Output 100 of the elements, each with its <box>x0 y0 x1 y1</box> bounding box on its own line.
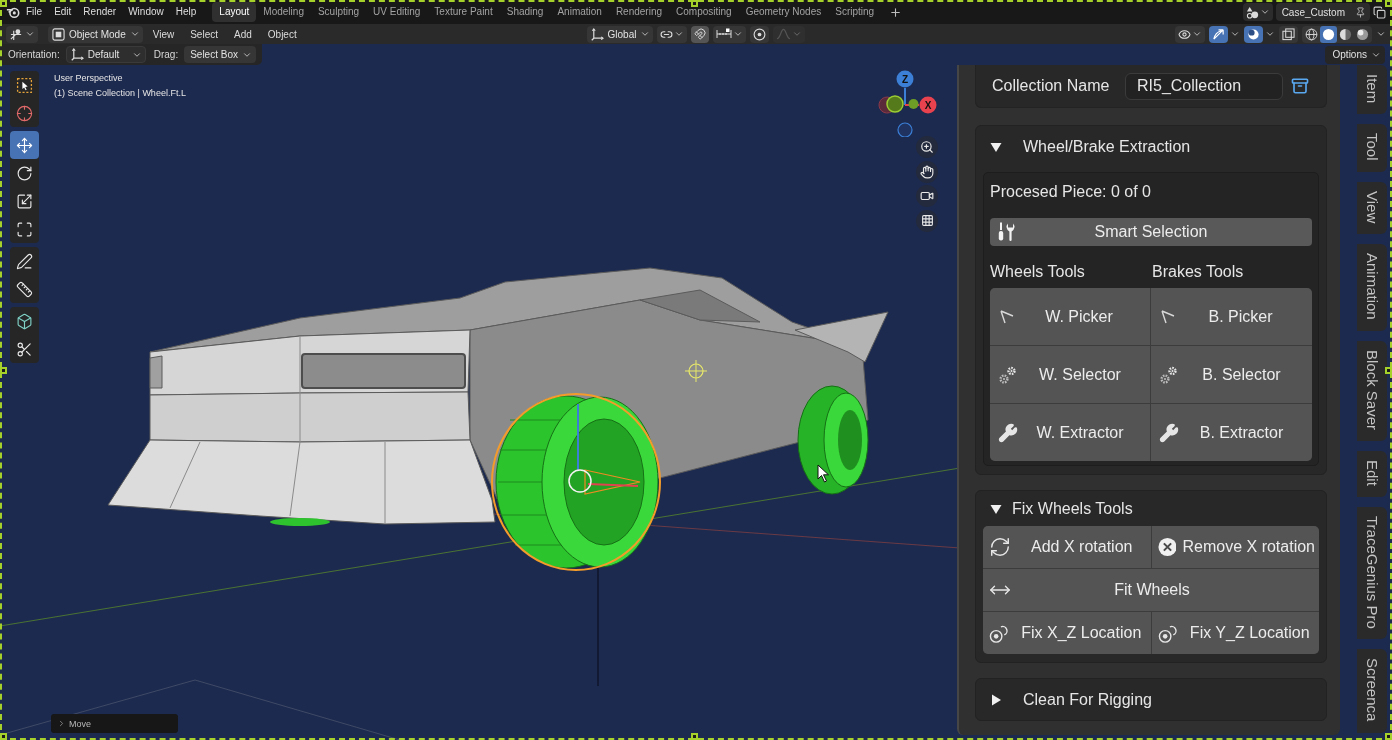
menu-item[interactable]: Render <box>77 2 123 22</box>
gears-icon <box>1159 364 1179 385</box>
resize-handle[interactable] <box>0 733 7 740</box>
orientation-dropdown[interactable]: Global <box>586 25 654 43</box>
viewport-toggle[interactable] <box>1209 25 1228 43</box>
workspace-tab[interactable]: Sculpting <box>310 2 367 22</box>
workspace-tab[interactable]: Animation <box>550 2 609 22</box>
sidebar-tab[interactable]: Animation <box>1357 243 1387 331</box>
menu-item[interactable]: File <box>20 2 49 22</box>
negative-y-axis-dot-icon[interactable] <box>886 95 904 113</box>
copy-icon[interactable] <box>1373 5 1386 19</box>
tool-action-button[interactable]: W. Selector <box>990 346 1150 403</box>
caret-down-icon[interactable] <box>990 141 1002 153</box>
chevron-down-icon <box>1265 29 1275 39</box>
tool-action-button[interactable]: Fix X_Z Location <box>983 612 1151 654</box>
axis-ball-icon <box>9 27 24 41</box>
panel-title[interactable]: Clean For Rigging <box>1023 691 1152 709</box>
shading-button[interactable] <box>1320 25 1337 43</box>
proportional-edit-toggle[interactable] <box>750 25 770 43</box>
tool-action-button[interactable]: W. Picker <box>990 288 1150 345</box>
options-dropdown[interactable]: Options <box>1324 45 1385 64</box>
visibility-dropdown[interactable] <box>1175 25 1205 43</box>
workspace-tab[interactable]: Modeling <box>256 2 311 22</box>
resize-handle[interactable] <box>0 0 7 7</box>
snap-toggle[interactable] <box>691 25 710 43</box>
tool-action-button[interactable]: W. Extractor <box>990 404 1150 461</box>
tool-button[interactable] <box>10 131 39 159</box>
workspace-tab[interactable]: Texture Paint <box>427 2 500 22</box>
panel-title[interactable]: Fix Wheels Tools <box>1012 499 1133 518</box>
resize-handle[interactable] <box>1385 0 1392 7</box>
header-menu[interactable]: Add <box>228 28 258 40</box>
z-axis-handle[interactable]: Z <box>896 70 914 88</box>
tool-action-button[interactable]: Add X rotation <box>983 526 1151 568</box>
scene-name-field[interactable]: Case_Custom <box>1275 3 1370 21</box>
caret-down-icon[interactable] <box>990 502 1002 515</box>
tool-action-button[interactable]: B. Extractor <box>1151 404 1312 461</box>
last-operator-panel[interactable]: Move <box>51 714 178 733</box>
y-axis-dot-icon[interactable] <box>908 99 919 109</box>
sidebar-tab[interactable]: Tool <box>1357 124 1387 172</box>
menu-item[interactable]: Edit <box>48 2 78 22</box>
app-logo-icon[interactable] <box>6 5 20 19</box>
header-menu[interactable]: Object <box>261 28 303 40</box>
workspace-tab[interactable]: Rendering <box>608 2 670 22</box>
camera-icon[interactable] <box>916 185 938 207</box>
sidebar-tab[interactable]: Edit <box>1357 450 1387 497</box>
resize-handle[interactable] <box>1385 733 1392 740</box>
chevron-down-icon <box>1192 29 1202 39</box>
workspace-tab[interactable]: Scripting <box>828 2 882 22</box>
menu-item[interactable]: Window <box>122 2 170 22</box>
pin-icon[interactable] <box>1355 6 1366 18</box>
resize-handle[interactable] <box>691 733 698 740</box>
header-menu[interactable]: View <box>146 28 181 40</box>
resize-handle[interactable] <box>0 367 7 374</box>
drag-label: Drag: <box>153 49 179 60</box>
tool-action-button[interactable]: Remove X rotation <box>1151 526 1319 568</box>
drag-dropdown[interactable]: Select Box <box>184 46 256 63</box>
angle-pointer-icon <box>998 307 1016 326</box>
tool-action-button[interactable]: B. Selector <box>1151 346 1312 403</box>
sidebar-tab[interactable]: View <box>1357 181 1387 234</box>
workspace-tab[interactable]: UV Editing <box>366 2 428 22</box>
orientation-dropdown[interactable]: Default <box>65 46 146 63</box>
resize-handle[interactable] <box>691 0 698 7</box>
tool-action-button[interactable]: Fit Wheels <box>983 569 1319 611</box>
workspace-tab[interactable]: Geometry Nodes <box>738 2 829 22</box>
tool-action-button[interactable]: Fix Y_Z Location <box>1151 612 1319 654</box>
workspace-tab[interactable]: Compositing <box>669 2 739 22</box>
dot-circle-icon <box>753 27 767 41</box>
menu-item[interactable]: Help <box>169 2 203 22</box>
tool-action-button[interactable]: B. Picker <box>1151 288 1312 345</box>
archive-icon[interactable] <box>1291 77 1309 95</box>
sidebar-tab[interactable]: Screenca <box>1357 649 1387 733</box>
sidebar-tab[interactable]: Item <box>1357 65 1387 115</box>
collection-name-field[interactable]: RI5_Collection <box>1125 72 1283 100</box>
group-heading: Wheels Tools <box>990 263 1086 281</box>
shaded-sphere-icon <box>1356 27 1369 41</box>
panel-title[interactable]: Wheel/Brake Extraction <box>1023 138 1191 156</box>
scene-selector[interactable] <box>1242 3 1273 21</box>
sidebar-tab[interactable]: TraceGenius Pro <box>1357 506 1387 640</box>
chevron-right-icon <box>57 719 66 728</box>
grid-icon[interactable] <box>916 209 938 232</box>
workspace-tab[interactable]: Layout <box>212 2 257 22</box>
shading-button[interactable] <box>1303 25 1320 43</box>
sidebar-tab[interactable]: Block Saver <box>1357 340 1387 441</box>
hand-icon[interactable] <box>916 160 938 183</box>
x-axis-handle[interactable]: X <box>919 96 937 114</box>
mode-dropdown[interactable]: Object Mode <box>48 25 143 43</box>
workspace-tab[interactable]: Shading <box>499 2 551 22</box>
viewport-toggle[interactable] <box>1244 25 1263 43</box>
zoom-icon[interactable] <box>916 136 938 158</box>
header-menu[interactable]: Select <box>184 28 224 40</box>
chevron-down-icon <box>1230 29 1240 39</box>
snap-target-dropdown[interactable] <box>713 25 747 43</box>
editor-type-button[interactable] <box>6 25 38 43</box>
caret-right-icon[interactable] <box>990 694 1002 706</box>
plus-icon[interactable] <box>889 5 903 19</box>
resize-handle[interactable] <box>1385 367 1392 374</box>
viewport-toggle[interactable] <box>1279 25 1298 43</box>
smart-selection-button[interactable]: Smart Selection <box>990 218 1312 246</box>
view-name-text: User Perspective <box>54 72 123 85</box>
pivot-dropdown[interactable] <box>657 25 688 43</box>
